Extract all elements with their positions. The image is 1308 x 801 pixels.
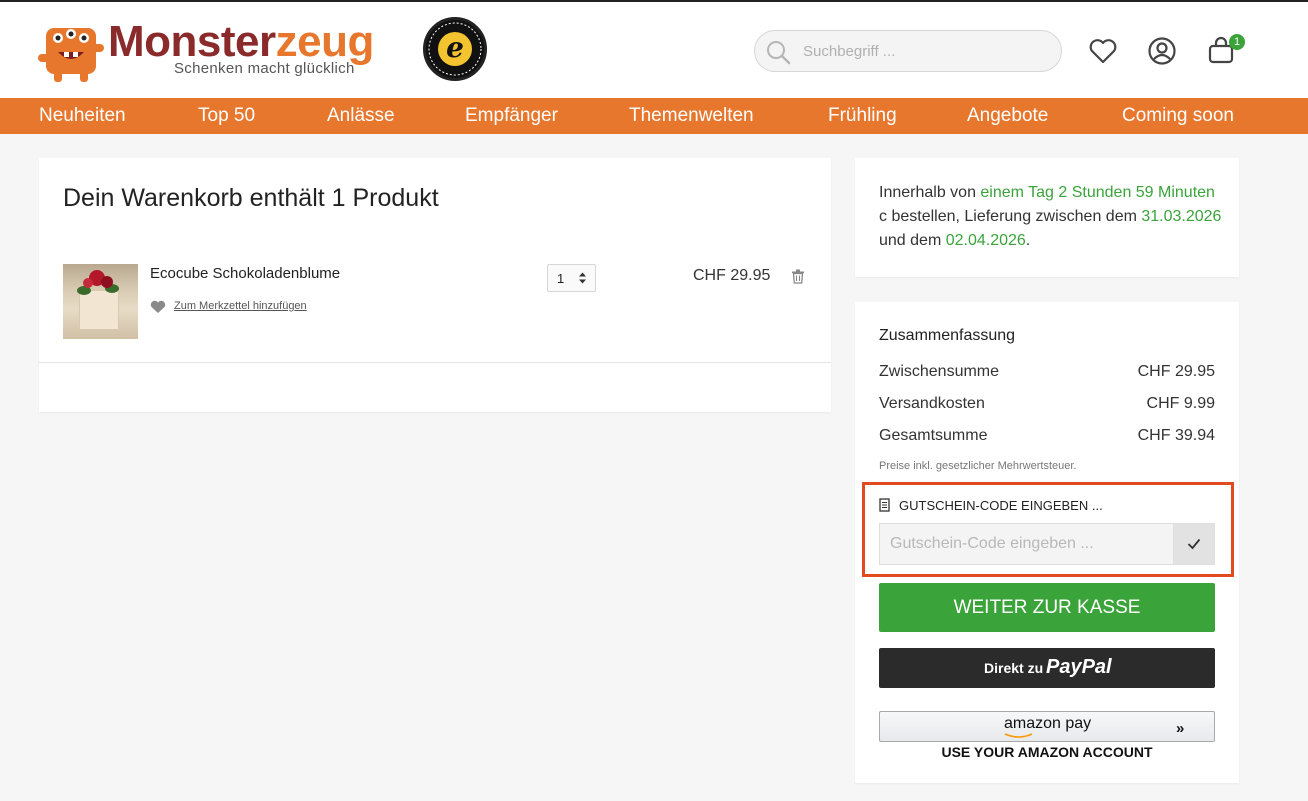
coupon-document-icon (879, 498, 890, 512)
checkout-button[interactable]: WEITER ZUR KASSE (879, 583, 1215, 632)
delivery-estimate-text: Innerhalb von einem Tag 2 Stunden 59 Min… (879, 184, 1222, 249)
select-arrows-icon (579, 272, 586, 284)
heart-filled-icon (150, 300, 166, 313)
cart-divider (39, 362, 831, 363)
order-summary-panel: Zusammenfassung Zwischensumme CHF 29.95 … (855, 302, 1239, 783)
total-value: CHF 39.94 (1137, 427, 1215, 444)
cart-panel: Dein Warenkorb enthält 1 Produkt Ecocube… (39, 158, 831, 412)
summary-title: Zusammenfassung (879, 327, 1016, 344)
paypal-express-button[interactable]: Direkt zu PayPal (879, 648, 1215, 688)
coupon-code-input[interactable] (879, 523, 1173, 565)
tax-note: Preise inkl. gesetzlicher Mehrwertsteuer… (879, 460, 1077, 472)
cart-title: Dein Warenkorb enthält 1 Produkt (63, 184, 439, 212)
site-header: Monsterzeug Schenken macht glücklich e 1 (0, 2, 1308, 98)
nav-item-top-50[interactable]: Top 50 (198, 98, 255, 134)
delivery-estimate-panel: Innerhalb von einem Tag 2 Stunden 59 Min… (855, 158, 1239, 277)
coupon-submit-button[interactable] (1173, 523, 1215, 565)
trash-icon[interactable] (791, 269, 805, 284)
coupon-heading: GUTSCHEIN-CODE EINGEBEN ... (899, 498, 1103, 513)
search-bar (754, 30, 1062, 72)
site-logo[interactable]: Monsterzeug Schenken macht glücklich (38, 16, 408, 86)
quantity-value: 1 (557, 271, 565, 286)
subtotal-value: CHF 29.95 (1137, 363, 1215, 380)
checkmark-icon (1187, 538, 1201, 550)
product-image[interactable] (63, 264, 138, 339)
logo-tagline: Schenken macht glücklich (174, 60, 355, 77)
summary-row-total: Gesamtsumme CHF 39.94 (879, 427, 1215, 449)
paypal-prefix: Direkt zu (984, 660, 1044, 676)
summary-row-subtotal: Zwischensumme CHF 29.95 (879, 363, 1215, 385)
account-icon[interactable] (1147, 36, 1177, 66)
monster-mascot-icon (38, 28, 104, 82)
delivery-date-to: 02.04.2026 (945, 232, 1026, 249)
coupon-section-highlight: GUTSCHEIN-CODE EINGEBEN ... (862, 482, 1234, 577)
logo-wordmark: Monsterzeug (108, 17, 374, 66)
nav-item-angebote[interactable]: Angebote (967, 98, 1048, 134)
nav-item-themenwelten[interactable]: Themenwelten (629, 98, 754, 134)
amazon-pay-subtext: USE YOUR AMAZON ACCOUNT (941, 744, 1153, 760)
total-label: Gesamtsumme (879, 427, 988, 444)
nav-item-neuheiten[interactable]: Neuheiten (39, 98, 126, 134)
paypal-logo: PayPal (1046, 656, 1112, 678)
heart-icon[interactable] (1088, 36, 1118, 66)
nav-item-empfaenger[interactable]: Empfänger (465, 98, 558, 134)
double-chevron-right-icon: » (1176, 720, 1185, 737)
cart-count-badge: 1 (1229, 34, 1245, 50)
shipping-value: CHF 9.99 (1146, 395, 1215, 412)
nav-item-coming-soon[interactable]: Coming soon (1122, 98, 1234, 134)
product-cube (79, 290, 119, 330)
main-navigation: Neuheiten Top 50 Anlässe Empfänger Theme… (0, 98, 1308, 134)
search-icon[interactable] (765, 39, 791, 65)
item-price: CHF 29.95 (693, 267, 771, 284)
subtotal-label: Zwischensumme (879, 363, 1000, 380)
trusted-shops-e-icon: e (438, 32, 472, 66)
shipping-label: Versandkosten (879, 395, 985, 412)
quantity-select[interactable]: 1 (547, 264, 596, 292)
delivery-countdown: einem Tag 2 Stunden 59 Minuten (980, 184, 1215, 201)
nav-item-anlaesse[interactable]: Anlässe (327, 98, 395, 134)
amazon-smile-icon (1004, 733, 1033, 738)
summary-row-shipping: Versandkosten CHF 9.99 (879, 395, 1215, 417)
amazon-pay-button[interactable]: amazon pay » (879, 711, 1215, 742)
wishlist-label: Zum Merkzettel hinzufügen (174, 300, 307, 312)
delivery-date-from: 31.03.2026 (1141, 208, 1222, 225)
amazon-pay-logo: amazon pay (1004, 715, 1092, 732)
nav-item-fruehling[interactable]: Frühling (828, 98, 897, 134)
product-name[interactable]: Ecocube Schokoladenblume (150, 265, 340, 282)
search-input[interactable] (803, 40, 1043, 62)
trusted-shops-badge[interactable]: e (423, 17, 487, 81)
